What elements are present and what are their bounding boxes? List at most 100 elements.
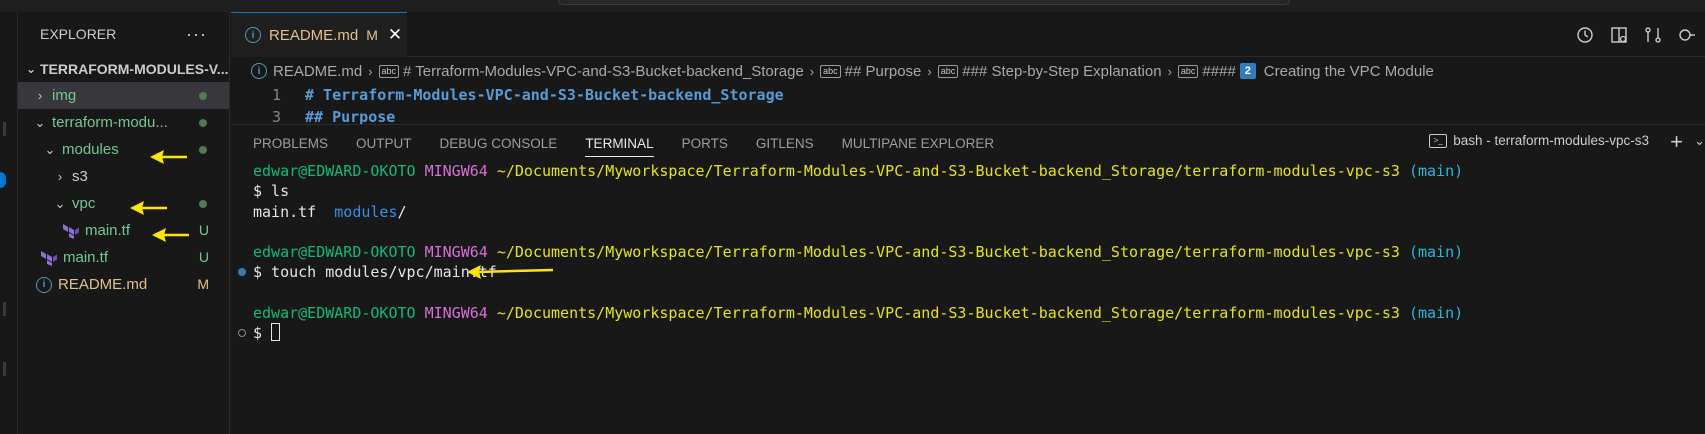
tree-item-terraform-modules[interactable]: ⌄ terraform-modu... [18,109,229,136]
new-terminal-icon[interactable]: + [1670,129,1683,155]
workspace-root[interactable]: ⌄ TERRAFORM-MODULES-V... [18,56,229,82]
tree-item-img[interactable]: › img [18,82,229,109]
command-center[interactable] [558,0,1290,5]
explorer-sidebar: EXPLORER ··· ⌄ TERRAFORM-MODULES-V... › … [18,12,230,434]
code-text: ## Purpose [305,108,396,124]
tab-readme[interactable]: i README.md M ✕ [231,12,407,57]
tree-item-modules[interactable]: ⌄ modules [18,136,229,163]
tab-debug-console[interactable]: DEBUG CONSOLE [440,136,558,151]
chevron-right-icon: › [368,63,373,79]
tab-label: README.md [269,26,359,44]
timeline-icon[interactable] [1575,25,1595,45]
editor-code[interactable]: 1 # Terraform-Modules-VPC-and-S3-Bucket-… [231,84,1705,124]
activity-mark [3,362,6,376]
editor-actions [1575,25,1697,45]
ls-output-dir: modules [334,202,398,221]
annotation-arrow-icon [467,265,554,280]
git-status-dot [199,119,207,127]
chevron-down-icon: ⌄ [44,141,56,157]
code-text: # Terraform-Modules-VPC-and-S3-Bucket-ba… [305,86,784,104]
chevron-right-icon: › [927,63,932,79]
git-status-dot [199,146,207,154]
tree-item-s3[interactable]: › s3 [18,163,229,190]
close-icon[interactable]: ✕ [388,25,402,45]
breadcrumb-file[interactable]: README.md [273,63,362,80]
prompt-user: edwar@EDWARD-OKOTO [253,243,416,262]
activity-badge[interactable] [0,172,6,188]
tab-ports[interactable]: PORTS [682,136,728,151]
command-decoration-success[interactable] [238,268,246,277]
annotation-arrow-icon [130,201,167,215]
string-symbol-icon: abc [378,64,400,78]
breadcrumb-h1[interactable]: # Terraform-Modules-VPC-and-S3-Bucket-ba… [403,63,804,80]
prompt-branch: (main) [1408,304,1464,323]
tree-item-main-tf[interactable]: main.tf U [18,244,229,271]
bottom-panel: PROBLEMS OUTPUT DEBUG CONSOLE TERMINAL P… [231,124,1705,434]
compare-changes-icon[interactable] [1643,25,1663,45]
terminal-line: $ ls [231,181,1705,201]
terminal-line: edwar@EDWARD-OKOTO MINGW64 ~/Documents/M… [231,242,1705,262]
keycap-number-icon: 2 [1239,63,1256,79]
code-line: 1 # Terraform-Modules-VPC-and-S3-Bucket-… [231,84,1705,106]
prompt-path: ~/Documents/Myworkspace/Terraform-Module… [496,304,1400,323]
git-status-untracked: U [198,249,209,265]
tab-output[interactable]: OUTPUT [356,136,412,151]
activity-mark [3,302,6,316]
prompt-path: ~/Documents/Myworkspace/Terraform-Module… [496,243,1400,262]
tab-gitlens[interactable]: GITLENS [756,136,814,151]
git-status-modified: M [197,276,209,292]
terminal-line: edwar@EDWARD-OKOTO MINGW64 ~/Documents/M… [231,161,1705,181]
prompt-user: edwar@EDWARD-OKOTO [253,304,416,323]
git-status-dot [199,200,207,208]
breadcrumb-h4-title[interactable]: Creating the VPC Module [1264,63,1434,80]
split-editor-icon[interactable] [1677,25,1697,45]
command-decoration-pending[interactable] [238,329,246,338]
terminal-output[interactable]: edwar@EDWARD-OKOTO MINGW64 ~/Documents/M… [231,161,1705,344]
line-number: 3 [271,108,281,124]
terminal-selector[interactable]: >_ bash - terraform-modules-vpc-s3 [1429,133,1649,148]
terminal-icon: >_ [1429,133,1448,148]
breadcrumb-h4-prefix[interactable]: #### [1202,63,1235,80]
terminal-line: $ [231,323,1705,343]
chevron-right-icon: › [57,169,63,184]
terminal-line: edwar@EDWARD-OKOTO MINGW64 ~/Documents/M… [231,303,1705,323]
git-status-dot [199,92,207,100]
tab-terminal[interactable]: TERMINAL [585,136,654,157]
tab-problems[interactable]: PROBLEMS [253,136,328,151]
open-preview-icon[interactable] [1609,25,1629,45]
workspace-root-label: TERRAFORM-MODULES-V... [40,61,229,77]
terraform-file-icon [41,250,57,266]
prompt-shell: MINGW64 [424,162,488,180]
more-actions-icon[interactable]: ··· [186,24,207,45]
tree-item-vpc[interactable]: ⌄ vpc [18,190,229,217]
string-symbol-icon: abc [1177,64,1199,78]
tab-multipane-explorer[interactable]: MULTIPANE EXPLORER [842,136,995,151]
terminal-prompt: $ [253,324,272,343]
tree-item-label: modules [62,141,119,158]
annotation-arrow-icon [150,150,187,164]
string-symbol-icon: abc [820,64,841,78]
info-icon: i [245,27,261,43]
explorer-title: EXPLORER [40,26,117,42]
tree-item-readme[interactable]: i README.md M [18,271,229,298]
terminal-command: $ touch modules/vpc/main.tf [253,263,497,282]
tree-item-label: main.tf [85,222,131,239]
annotation-arrow-icon [152,228,189,242]
string-symbol-icon: abc [937,64,959,78]
chevron-down-icon[interactable]: ⌄ [1694,133,1705,149]
tab-modified-badge: M [366,27,378,43]
line-number: 1 [271,86,281,104]
ls-output-file: main.tf [253,202,317,221]
tree-item-label: vpc [72,195,96,212]
terraform-file-icon [63,223,79,239]
activity-mark [3,122,6,136]
breadcrumb-h3[interactable]: ### Step-by-Step Explanation [962,63,1161,80]
breadcrumb: i README.md › abc # Terraform-Modules-VP… [251,58,1434,84]
chevron-right-icon: › [37,88,43,103]
prompt-shell: MINGW64 [424,243,488,262]
breadcrumb-h2[interactable]: ## Purpose [845,63,922,80]
explorer-header: EXPLORER ··· [18,12,229,56]
tree-item-vpc-main-tf[interactable]: main.tf U [18,217,229,244]
